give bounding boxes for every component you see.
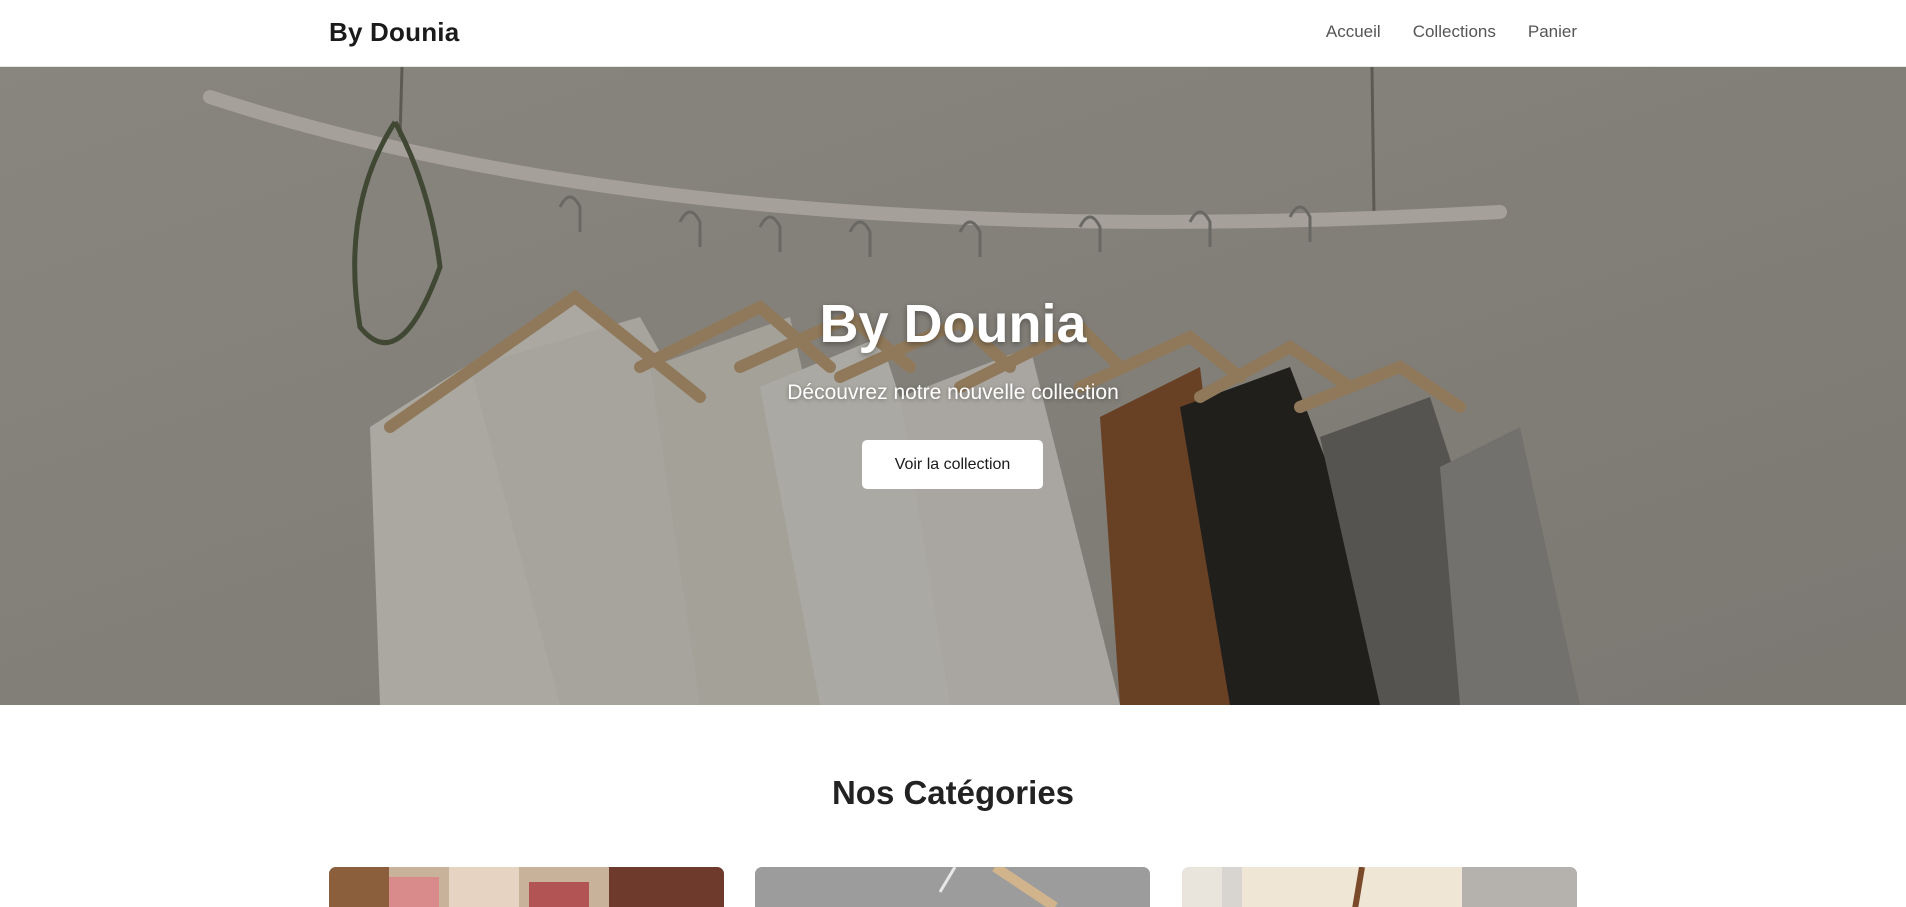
categories-title: Nos Catégories <box>831 774 1075 811</box>
hero-banner: By Dounia Découvrez notre nouvelle colle… <box>0 67 1906 705</box>
category-card-3[interactable] <box>1182 867 1577 907</box>
main-nav: Accueil Collections Panier <box>1326 22 1577 42</box>
category-image-2 <box>755 867 1150 907</box>
brand-logo[interactable]: By Dounia <box>329 17 459 48</box>
nav-link-panier[interactable]: Panier <box>1528 22 1577 42</box>
site-header: By Dounia Accueil Collections Panier <box>0 0 1906 67</box>
category-image-1 <box>329 867 724 907</box>
nav-link-accueil[interactable]: Accueil <box>1326 22 1381 42</box>
category-card-1[interactable] <box>329 867 724 907</box>
category-image-3 <box>1182 867 1577 907</box>
nav-link-collections[interactable]: Collections <box>1413 22 1496 42</box>
category-cards <box>329 867 1577 907</box>
view-collection-button[interactable]: Voir la collection <box>862 440 1043 489</box>
hero-subtitle: Découvrez notre nouvelle collection <box>787 381 1119 404</box>
hero-title: By Dounia <box>819 294 1087 354</box>
category-card-2[interactable] <box>755 867 1150 907</box>
